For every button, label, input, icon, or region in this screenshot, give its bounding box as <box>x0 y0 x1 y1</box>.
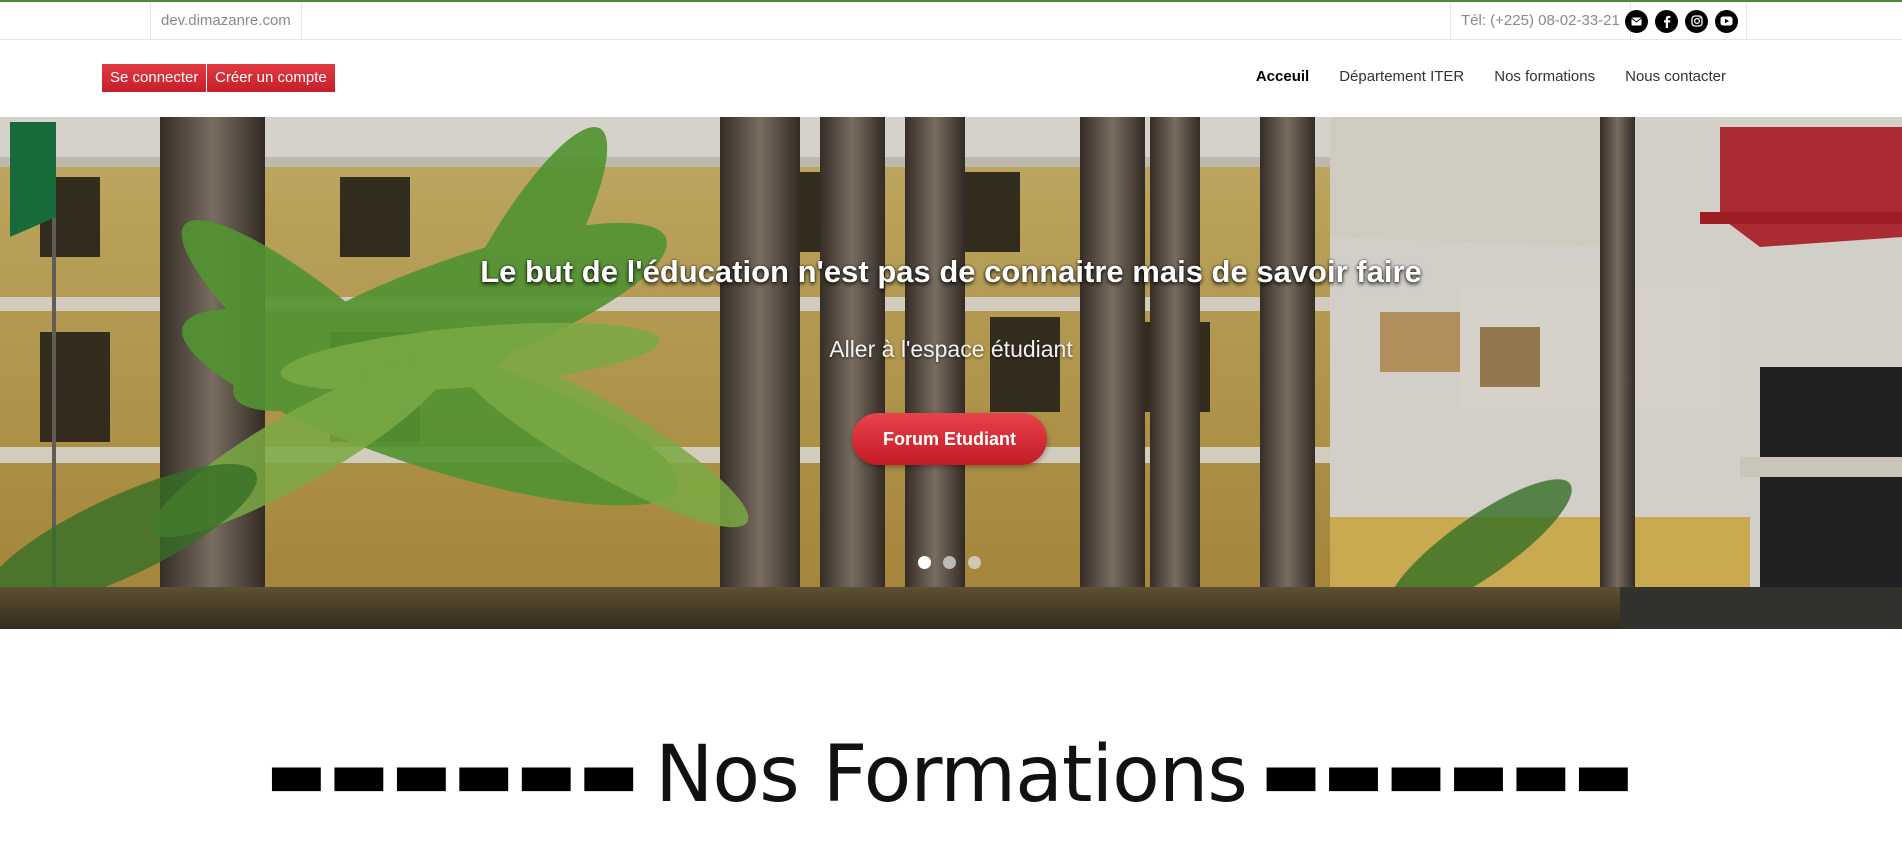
left-dashes: ▬▬▬▬▬▬ <box>266 738 642 812</box>
nav-item-accueil[interactable]: Acceuil <box>1256 66 1309 88</box>
section-title: Nos Formations <box>655 730 1248 820</box>
section-heading-formations: ▬▬▬▬▬▬ Nos Formations ▬▬▬▬▬▬ <box>0 720 1902 830</box>
main-navbar: Se connecter Créer un compte Acceuil Dép… <box>0 40 1902 117</box>
carousel-dot-3[interactable] <box>968 556 981 569</box>
login-button[interactable]: Se connecter <box>102 64 207 92</box>
phone-number: Tél: (+225) 08-02-33-21 <box>1450 2 1631 40</box>
right-dashes: ▬▬▬▬▬▬ <box>1260 738 1636 812</box>
carousel-indicators <box>918 556 981 569</box>
facebook-icon[interactable] <box>1655 9 1678 33</box>
hero-carousel: Le but de l'éducation n'est pas de conna… <box>0 117 1902 629</box>
carousel-dot-1[interactable] <box>918 556 931 569</box>
forum-etudiant-button[interactable]: Forum Etudiant <box>852 413 1047 465</box>
mail-icon[interactable] <box>1625 9 1648 33</box>
nav-item-nous-contacter[interactable]: Nous contacter <box>1625 66 1726 88</box>
social-links <box>1615 2 1747 40</box>
youtube-icon[interactable] <box>1715 9 1738 33</box>
nav-item-departement-iter[interactable]: Département ITER <box>1339 66 1464 88</box>
instagram-icon[interactable] <box>1685 9 1708 33</box>
top-utility-bar: dev.dimazanre.com Tél: (+225) 08-02-33-2… <box>0 0 1902 40</box>
nav-menu: Acceuil Département ITER Nos formations … <box>1256 66 1726 88</box>
nav-item-nos-formations[interactable]: Nos formations <box>1494 66 1595 88</box>
hero-background-image <box>0 117 1902 629</box>
site-domain[interactable]: dev.dimazanre.com <box>150 2 302 40</box>
register-button[interactable]: Créer un compte <box>207 64 335 92</box>
hero-title: Le but de l'éducation n'est pas de conna… <box>480 254 1422 289</box>
hero-subtitle[interactable]: Aller à l'espace étudiant <box>0 336 1902 363</box>
carousel-dot-2[interactable] <box>943 556 956 569</box>
